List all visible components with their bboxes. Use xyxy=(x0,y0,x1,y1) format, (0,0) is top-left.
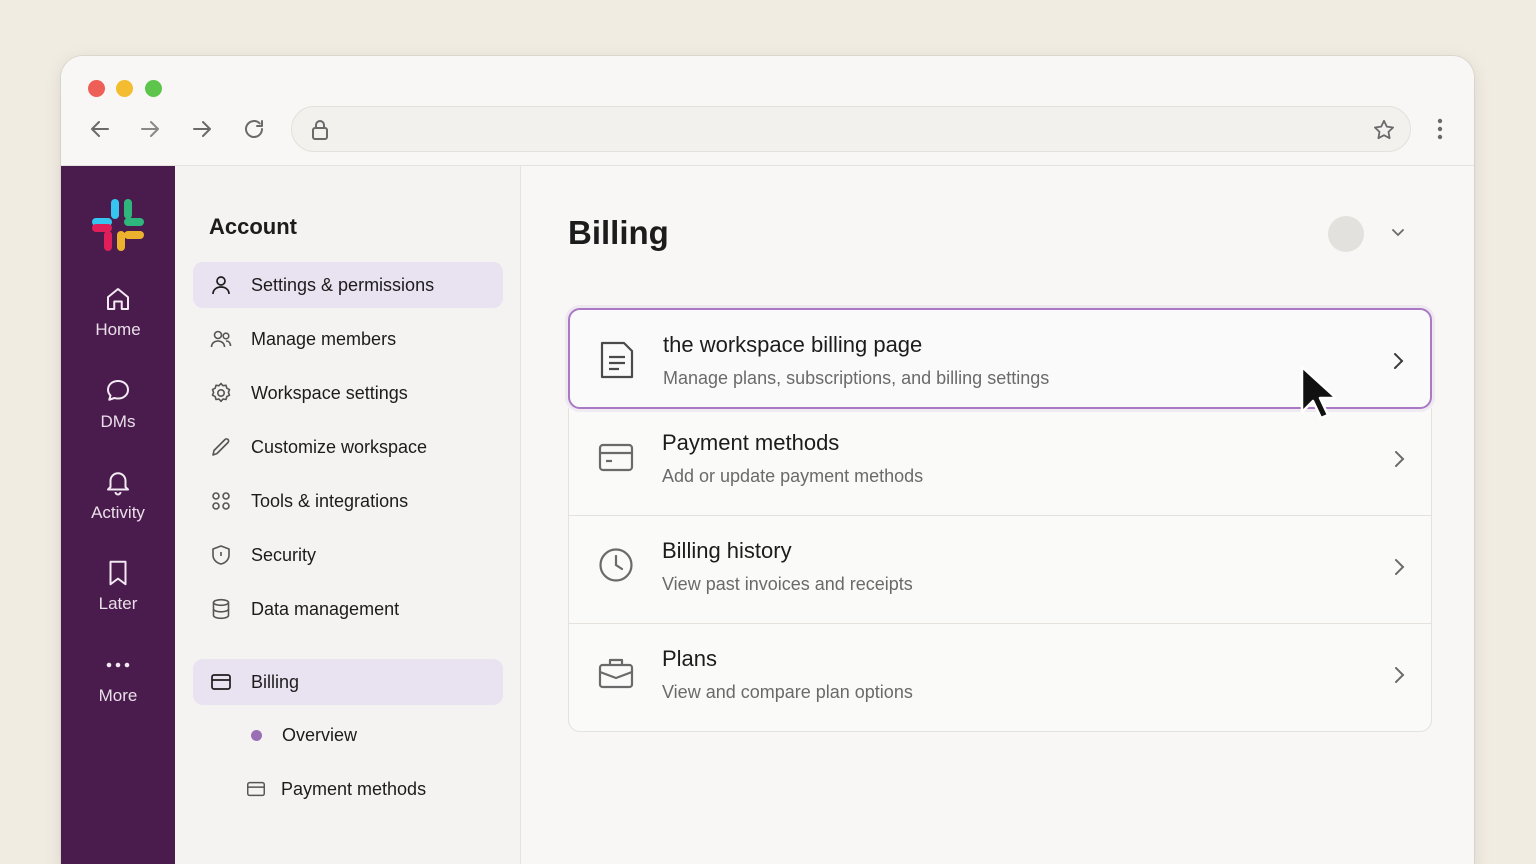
card-description: View and compare plan options xyxy=(662,682,913,702)
bell-icon xyxy=(107,472,129,496)
mouse-pointer-icon xyxy=(1296,362,1338,427)
sidebar-item-tools-integrations[interactable]: Tools & integrations xyxy=(193,478,503,524)
card-title: Payment methods xyxy=(662,430,840,455)
chat-bubble-icon xyxy=(107,380,129,401)
billing-card-plans[interactable]: Plans View and compare plan options xyxy=(568,624,1432,732)
card-title: Billing history xyxy=(662,538,792,563)
maximize-window-button[interactable] xyxy=(145,80,162,97)
sidebar-item-data-management[interactable]: Data management xyxy=(193,586,503,632)
card-title: the workspace billing page xyxy=(663,332,923,357)
people-icon xyxy=(209,327,233,351)
chevron-down-icon[interactable] xyxy=(1388,222,1408,247)
main-content: Billing the workspace billing page Manag… xyxy=(522,166,1474,864)
chevron-right-icon xyxy=(1389,448,1409,475)
bullet-dot-icon xyxy=(251,729,262,741)
card-description: Manage plans, subscriptions, and billing… xyxy=(663,368,1050,388)
close-window-button[interactable] xyxy=(88,80,105,97)
sidebar-item-workspace-settings[interactable]: Workspace settings xyxy=(193,370,503,416)
sidebar-item-manage-members[interactable]: Manage members xyxy=(193,316,503,362)
sidebar-subitem-label: Payment methods xyxy=(281,778,427,799)
sidebar-item-label: Billing xyxy=(251,671,300,692)
lock-icon xyxy=(310,119,330,146)
browser-toolbar xyxy=(61,56,1474,166)
person-icon xyxy=(209,273,233,297)
sidebar-item-customize-workspace[interactable]: Customize workspace xyxy=(193,424,503,470)
pencil-icon xyxy=(209,435,233,459)
billing-card-billing-history[interactable]: Billing history View past invoices and r… xyxy=(568,516,1432,624)
briefcase-icon xyxy=(597,654,637,694)
browser-menu-button[interactable] xyxy=(1426,114,1454,144)
chevron-right-icon xyxy=(1389,664,1409,691)
rail-label: Later xyxy=(98,594,138,613)
card-description: View past invoices and receipts xyxy=(662,574,913,594)
home-icon xyxy=(107,288,129,310)
card-icon xyxy=(209,670,233,694)
rail-item-more[interactable]: More xyxy=(61,650,175,706)
gear-icon xyxy=(209,381,233,405)
arrow-left-icon xyxy=(91,121,109,137)
minimize-window-button[interactable] xyxy=(116,80,133,97)
reload-button[interactable] xyxy=(239,114,269,144)
url-input[interactable] xyxy=(352,117,1332,143)
chevron-right-icon xyxy=(1388,350,1408,377)
sidebar-item-security[interactable]: Security xyxy=(193,532,503,578)
account-sidebar: Account Settings & permissions Manage me… xyxy=(175,166,521,864)
rail-label: Home xyxy=(95,320,141,339)
sidebar-item-settings-permissions[interactable]: Settings & permissions xyxy=(193,262,503,308)
page-title: Billing xyxy=(568,214,669,251)
back-button[interactable] xyxy=(85,114,115,144)
rail-item-dms[interactable]: DMs xyxy=(61,376,175,432)
rail-label: More xyxy=(98,686,138,705)
sidebar-item-label: Security xyxy=(251,544,317,565)
card-description: Add or update payment methods xyxy=(662,466,924,486)
sidebar-subitem-overview[interactable]: Overview xyxy=(245,718,357,752)
database-icon xyxy=(209,597,233,621)
card-icon xyxy=(597,438,637,478)
sidebar-item-label: Settings & permissions xyxy=(251,274,435,295)
shield-icon xyxy=(209,543,233,567)
clock-icon xyxy=(597,546,637,586)
more-vertical-icon xyxy=(1437,118,1443,140)
bookmark-icon xyxy=(109,560,127,586)
rail-item-activity[interactable]: Activity xyxy=(61,467,175,523)
sidebar-subitem-label: Overview xyxy=(282,724,358,745)
arrow-right-icon xyxy=(141,121,159,137)
grid-dots-icon xyxy=(209,489,233,513)
rail-label: DMs xyxy=(100,412,136,431)
sidebar-item-label: Customize workspace xyxy=(251,436,428,457)
card-title: Plans xyxy=(662,646,718,671)
rail-item-later[interactable]: Later xyxy=(61,558,175,614)
sidebar-item-label: Workspace settings xyxy=(251,382,408,403)
address-bar[interactable] xyxy=(291,106,1411,152)
avatar[interactable] xyxy=(1328,216,1364,252)
forward-button[interactable] xyxy=(135,114,165,144)
sidebar-title: Account xyxy=(209,214,297,239)
browser-window: Home DMs Activity Later More Account Set… xyxy=(61,56,1474,864)
forward-button-2[interactable] xyxy=(187,114,217,144)
slack-logo-icon[interactable] xyxy=(91,198,145,257)
document-icon xyxy=(598,340,638,380)
sidebar-subitem-payment-methods[interactable]: Payment methods xyxy=(245,772,426,806)
sidebar-item-label: Tools & integrations xyxy=(251,490,409,511)
star-icon[interactable] xyxy=(1372,118,1396,147)
app-rail: Home DMs Activity Later More xyxy=(61,166,175,864)
sidebar-item-label: Data management xyxy=(251,598,400,619)
rail-item-home[interactable]: Home xyxy=(61,284,175,340)
arrow-right-icon xyxy=(193,121,211,137)
more-dots-icon xyxy=(106,662,130,668)
reload-icon xyxy=(245,120,263,138)
card-icon xyxy=(245,778,267,800)
chevron-right-icon xyxy=(1389,556,1409,583)
rail-label: Activity xyxy=(91,503,145,522)
sidebar-item-label: Manage members xyxy=(251,328,397,349)
sidebar-item-billing[interactable]: Billing xyxy=(193,659,503,705)
